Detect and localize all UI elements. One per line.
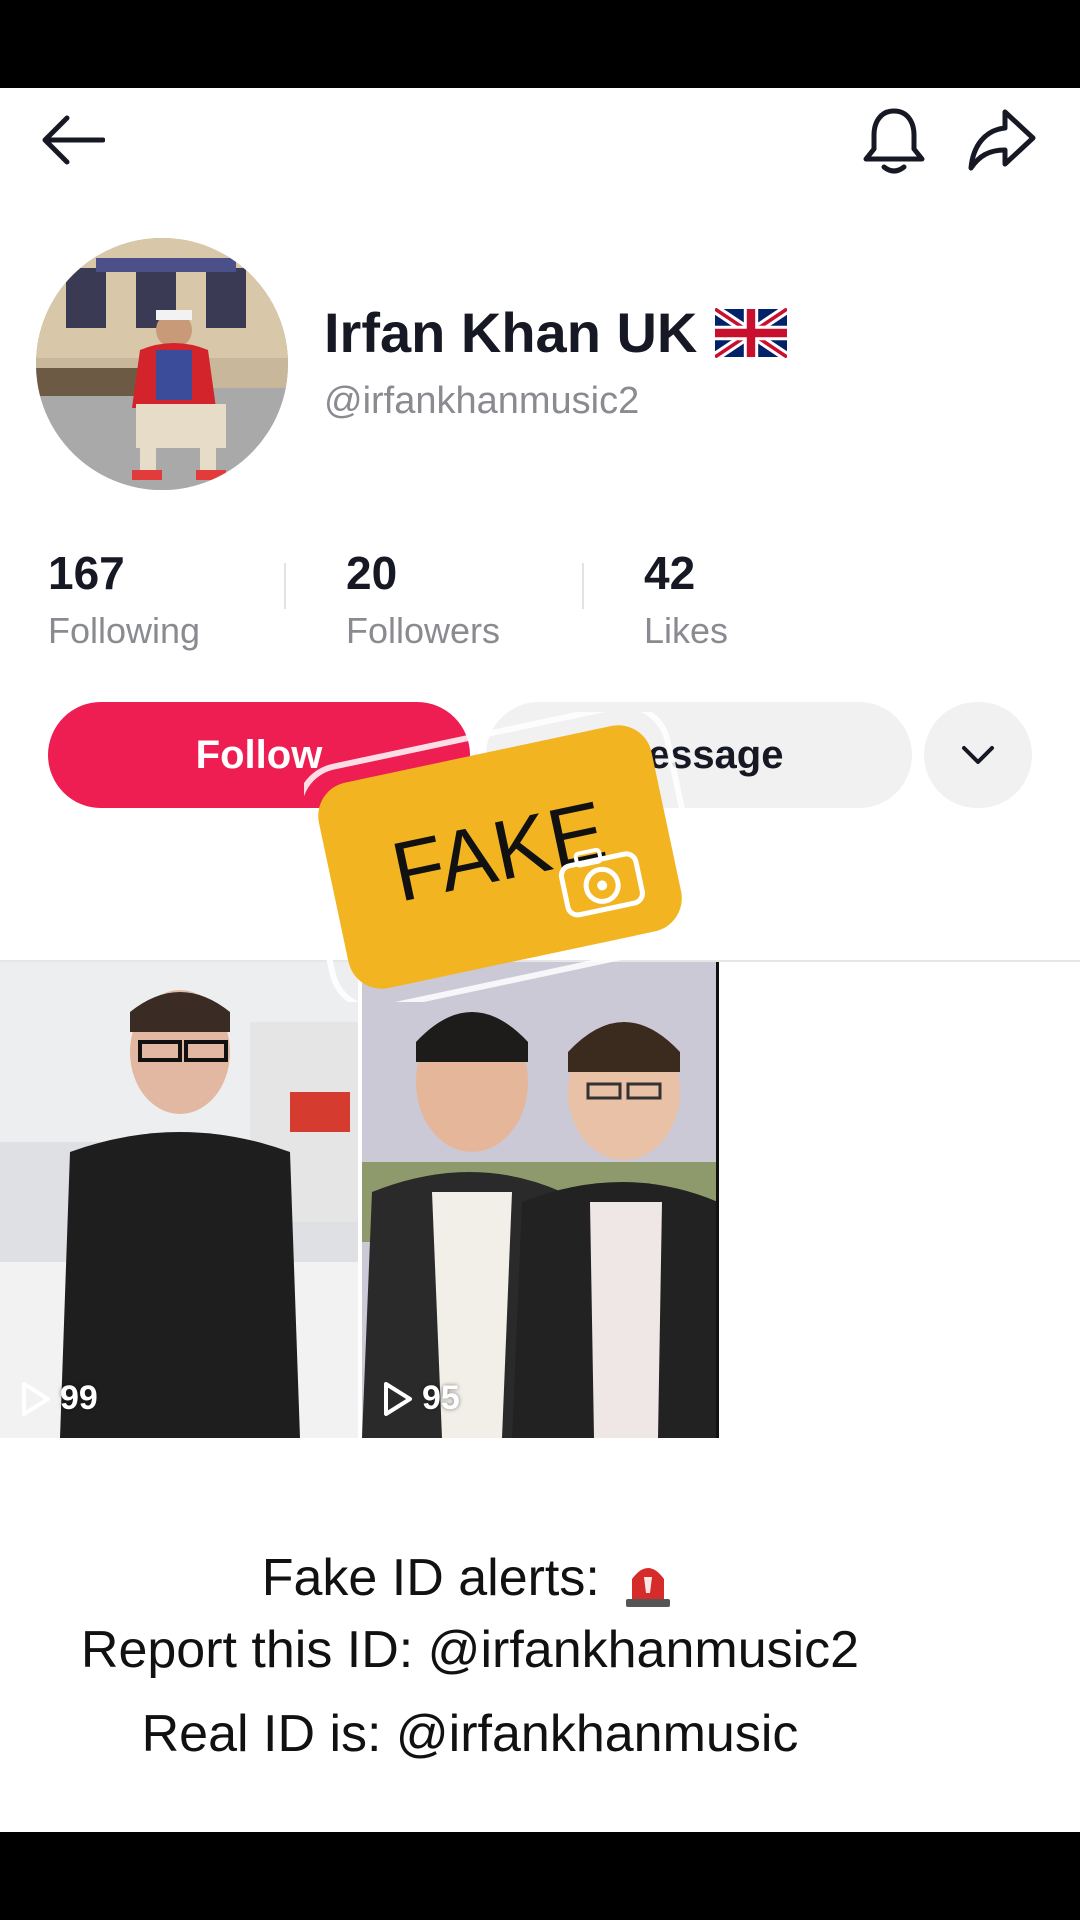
profile-avatar[interactable] [36,238,288,490]
video-thumbnail[interactable]: 99 [0,962,358,1438]
play-icon [22,1381,50,1416]
video-thumbnail-image [362,962,718,1438]
profile-name: Irfan Khan UK [324,300,788,365]
stat-label: Likes [644,610,729,651]
siren-icon [626,1568,671,1608]
play-icon [384,1381,412,1416]
username: @irfankhanmusic2 [324,380,640,422]
play-count: 95 [382,1379,460,1418]
chevron-down-icon [962,746,994,764]
video-thumbnail[interactable]: 95 [362,962,718,1438]
uk-flag-icon [715,307,788,358]
caption-line-2: Report this ID: @irfankhanmusic2 [80,1621,860,1679]
back-arrow-icon [42,115,105,165]
stat-divider [582,563,584,609]
caption-line-1: Fake ID alerts: [0,1548,940,1609]
play-count: 99 [20,1379,98,1418]
stat-following[interactable]: 167 Following [48,546,200,652]
more-options-button[interactable] [924,702,1032,808]
navigation-bar [0,1832,1080,1920]
caption-line-3: Real ID is: @irfankhanmusic [141,1705,799,1763]
stat-value: 42 [644,547,696,599]
thumbnail-border [716,962,719,1438]
stat-label: Followers [346,610,501,651]
stat-divider [284,563,286,609]
stat-value: 167 [48,547,125,599]
stat-value: 20 [346,547,398,599]
stat-followers[interactable]: 20 Followers [346,546,500,652]
display-name: Irfan Khan UK [324,301,698,364]
fake-stamp-overlay: FAKE [295,702,705,1012]
bell-icon [863,108,925,174]
status-bar [0,0,1080,88]
stat-likes[interactable]: 42 Likes [644,546,728,652]
caption-alert-text: Fake ID alerts: [261,1549,600,1607]
fake-stamp-graphic: FAKE [295,702,705,1012]
notification-bell-button[interactable] [854,100,934,180]
share-button[interactable] [962,100,1042,180]
video-thumbnail-image [0,962,358,1438]
back-button[interactable] [32,100,112,180]
play-count-value: 95 [422,1379,460,1417]
share-arrow-icon [968,109,1036,171]
play-count-value: 99 [60,1379,98,1417]
avatar-photo [36,238,288,490]
stat-label: Following [48,610,201,651]
